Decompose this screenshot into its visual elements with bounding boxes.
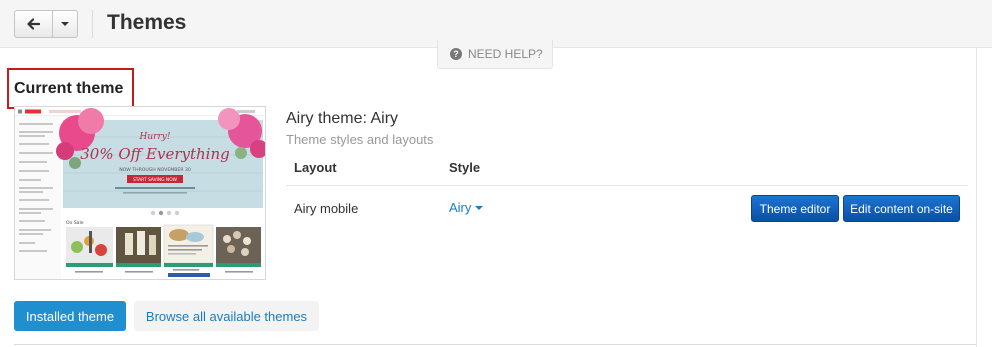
caret-down-icon (61, 22, 69, 26)
arrow-left-icon (27, 18, 40, 30)
layout-cell: Airy mobile (294, 201, 359, 216)
navigation-button-group (14, 10, 78, 38)
edit-content-on-site-button[interactable]: Edit content on-site (843, 195, 960, 222)
need-help-button[interactable]: ? NEED HELP? (437, 40, 553, 69)
table-divider (286, 185, 968, 186)
style-dropdown-value: Airy (449, 200, 472, 215)
tab-installed-theme[interactable]: Installed theme (14, 301, 126, 331)
need-help-label: NEED HELP? (468, 47, 543, 61)
column-header-layout: Layout (294, 160, 337, 175)
theme-name: Airy theme: Airy (286, 110, 399, 127)
tab-browse-all-themes[interactable]: Browse all available themes (134, 301, 319, 331)
preview-banner-hurry: Hurry! (139, 132, 171, 142)
theme-subtitle: Theme styles and layouts (286, 132, 434, 147)
preview-banner-cta: START SAVING NOW (133, 177, 178, 183)
preview-banner-subtitle: NOW THROUGH NOVEMBER 30 (119, 167, 191, 173)
back-history-dropdown[interactable] (53, 11, 77, 37)
back-button[interactable] (15, 11, 53, 37)
content-right-border (976, 48, 977, 347)
caret-down-icon (475, 205, 484, 210)
tabs-divider (14, 344, 976, 345)
theme-preview-image: Hurry! 30% Off Everything NOW THROUGH NO… (14, 106, 266, 280)
preview-banner-headline: 30% Off Everything (80, 145, 230, 163)
theme-editor-button[interactable]: Theme editor (751, 195, 839, 222)
column-header-style: Style (449, 160, 481, 175)
header-divider (92, 10, 93, 38)
page-title: Themes (107, 11, 187, 34)
style-dropdown[interactable]: Airy (449, 200, 484, 215)
preview-section-label: On Sale (66, 220, 84, 226)
theme-preview-illustration: Hurry! 30% Off Everything NOW THROUGH NO… (15, 107, 265, 279)
question-circle-icon: ? (450, 48, 462, 60)
section-title-current-theme: Current theme (14, 80, 124, 97)
